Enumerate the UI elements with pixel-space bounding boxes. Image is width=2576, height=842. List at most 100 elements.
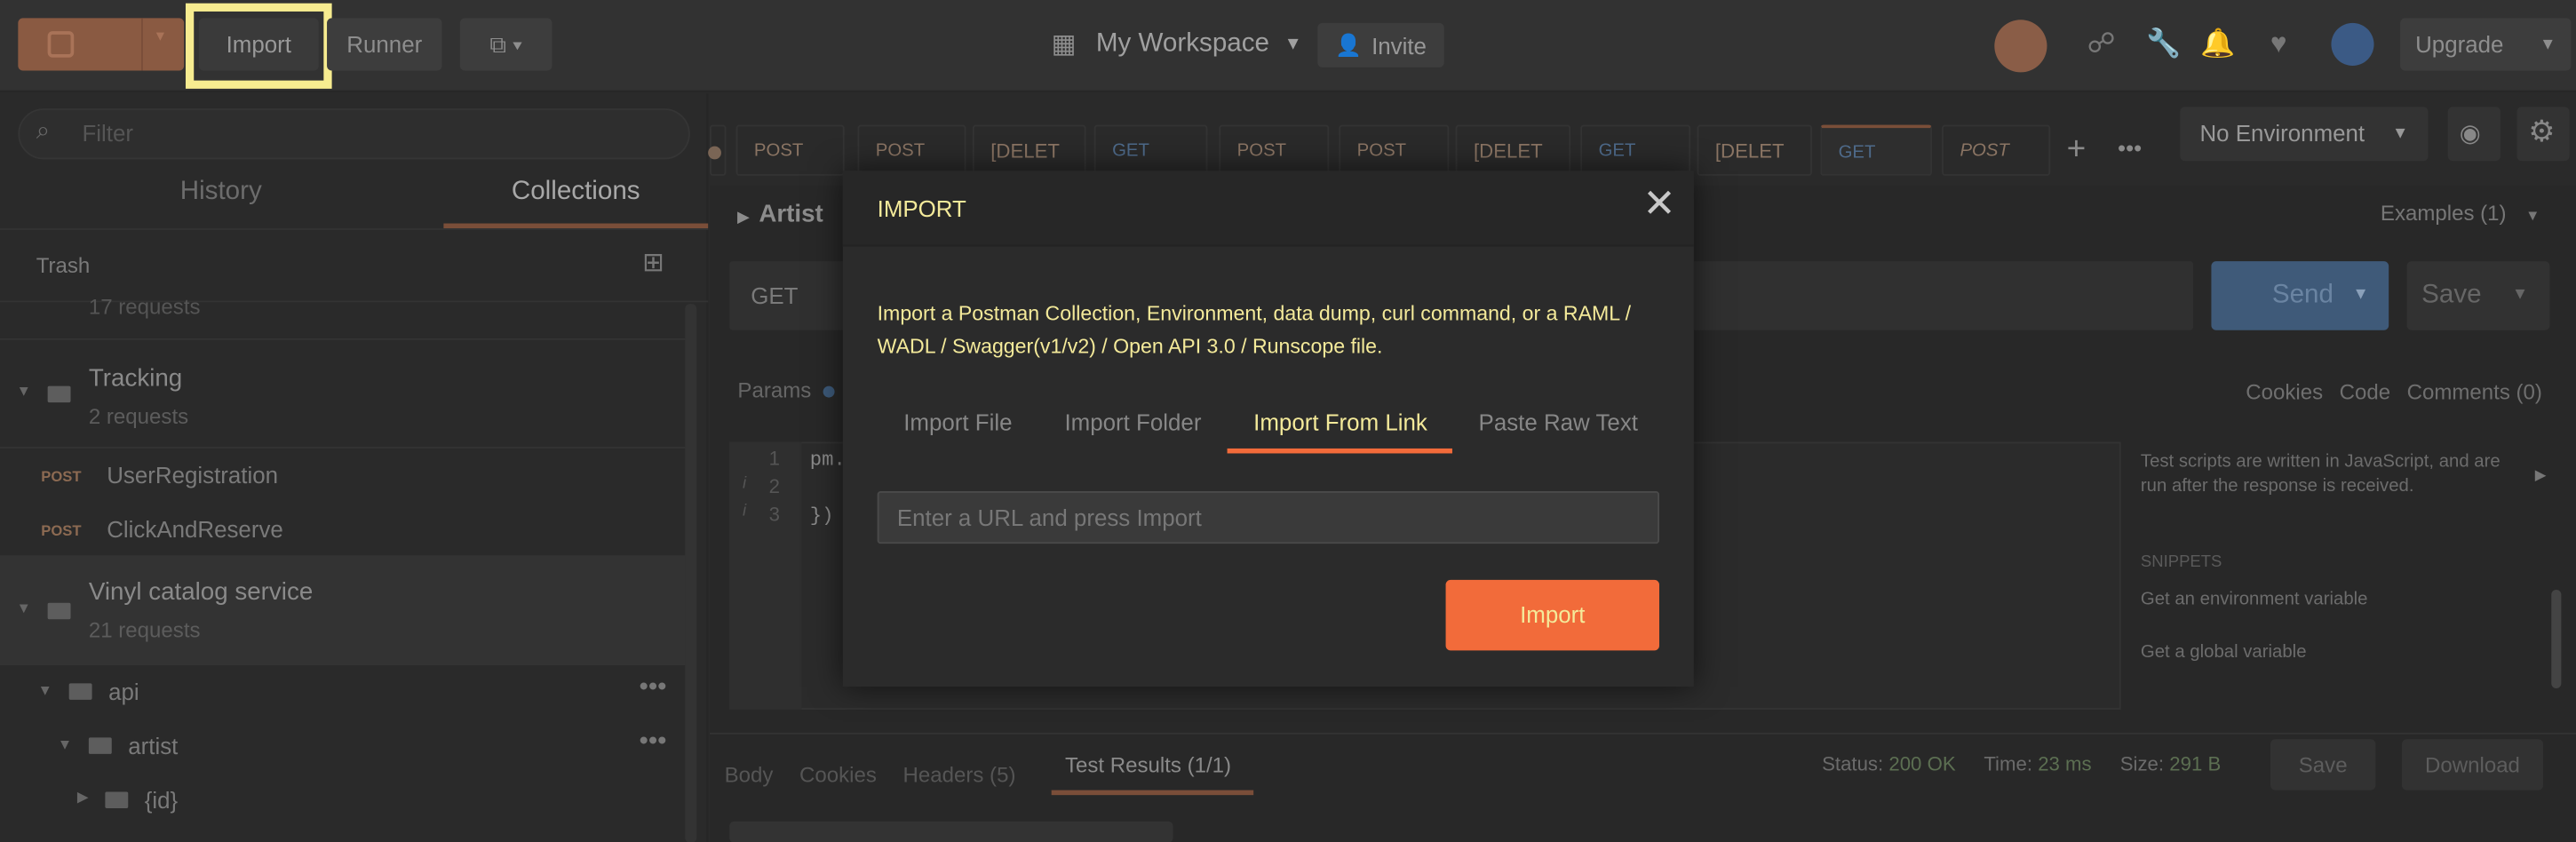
folder-name: api <box>108 678 139 705</box>
save-button[interactable]: Save ▼ <box>2406 261 2550 330</box>
more-icon[interactable]: ••• <box>2118 135 2142 162</box>
chevron-right-icon[interactable]: ▶ <box>2535 466 2547 484</box>
sidebar-scrollbar[interactable] <box>685 304 697 842</box>
more-icon[interactable]: ••• <box>639 673 666 703</box>
cookies-link[interactable]: Cookies <box>2246 379 2323 404</box>
code-link[interactable]: Code <box>2340 379 2390 404</box>
download-button[interactable]: Download <box>2401 739 2544 790</box>
request-tab[interactable]: POST <box>857 124 966 176</box>
send-button[interactable]: Send ▼ <box>2211 261 2389 330</box>
upgrade-button[interactable]: Upgrade ▼ <box>2400 18 2572 71</box>
filter-input[interactable]: Filter <box>18 108 690 160</box>
time-value: 23 ms <box>2038 752 2092 775</box>
info-icon: i <box>742 502 747 521</box>
params-dot <box>823 385 836 398</box>
modal-description: Import a Postman Collection, Environment… <box>877 302 1632 359</box>
chevron-down-icon: ▼ <box>1284 34 1302 55</box>
request-title[interactable]: ▶ Artist <box>737 201 823 228</box>
params-label: Params <box>737 377 812 403</box>
divider <box>0 447 690 449</box>
save-response-button[interactable]: Save <box>2270 739 2376 790</box>
folder-icon <box>47 385 71 403</box>
test-results-filter[interactable] <box>729 821 1173 842</box>
comments-link[interactable]: Comments (0) <box>2407 379 2542 404</box>
request-tab[interactable]: POST <box>1942 124 2051 176</box>
request-tab[interactable]: POST <box>735 124 845 176</box>
collection-count: 2 requests <box>88 403 189 429</box>
tab-import-from-link[interactable]: Import From Link <box>1253 409 1427 436</box>
request-tab[interactable]: POST <box>1339 124 1450 176</box>
tab-headers[interactable]: Headers (5) <box>903 761 1016 786</box>
folder-row[interactable]: ▼ api ••• <box>0 673 690 710</box>
tab-partial[interactable] <box>708 124 727 176</box>
new-collection-icon[interactable]: ⊞ <box>642 246 664 279</box>
collection-vinyl[interactable]: ▼ Vinyl catalog service 21 requests <box>0 555 690 666</box>
response-status: Status: 200 OK Time: 23 ms Size: 291 B <box>1822 752 2221 775</box>
url-input[interactable]: Enter a URL and press Import <box>877 491 1659 544</box>
tab-cookies[interactable]: Cookies <box>799 761 877 786</box>
avatar[interactable] <box>1994 20 2047 73</box>
info-icon: i <box>742 474 747 493</box>
tab-collections[interactable]: Collections <box>443 178 709 229</box>
add-tab-icon[interactable]: + <box>2067 131 2087 170</box>
user-badge-icon[interactable] <box>2331 22 2374 66</box>
tab-history[interactable]: History <box>0 178 442 226</box>
folder-icon <box>105 791 129 808</box>
list-item[interactable]: POST ClickAndReserve <box>0 512 690 549</box>
request-tab-active[interactable]: GET <box>1820 124 1933 176</box>
snippets-heading: SNIPPETS <box>2140 553 2222 572</box>
new-button[interactable]: ▾ <box>18 18 185 71</box>
new-window-button[interactable]: ⧉ ▾ <box>459 18 553 71</box>
snippet-link[interactable]: Get a global variable <box>2141 640 2535 665</box>
chevron-down-icon: ▼ <box>2540 35 2556 54</box>
invite-button[interactable]: 👤 Invite <box>1317 22 1444 68</box>
tab-import-file[interactable]: Import File <box>903 409 1012 436</box>
wrench-icon[interactable]: 🔧 <box>2145 27 2182 63</box>
folder-name: {id} <box>144 786 179 814</box>
request-tab[interactable]: POST <box>1219 124 1330 176</box>
tab-body[interactable]: Body <box>725 761 774 786</box>
request-tab[interactable]: GET <box>1093 124 1208 176</box>
bell-icon[interactable]: 🔔 <box>2199 27 2236 63</box>
line-number: 2 <box>768 474 780 498</box>
examples-label: Examples (1) <box>2380 200 2507 226</box>
runner-button[interactable]: Runner <box>327 18 442 71</box>
more-icon[interactable]: ••• <box>639 727 666 757</box>
time-label: Time: <box>1984 752 2033 775</box>
request-tab[interactable]: GET <box>1580 124 1691 176</box>
sync-icon[interactable]: ☍ <box>2083 27 2119 63</box>
request-tab[interactable]: [DELET <box>972 124 1086 176</box>
heart-icon[interactable]: ♥ <box>2261 27 2297 63</box>
chevron-down-icon[interactable]: ▾ <box>156 28 164 45</box>
tab-import-folder[interactable]: Import Folder <box>1064 409 1201 436</box>
search-icon: ⌕ <box>36 116 51 145</box>
add-user-icon: 👤 <box>1335 32 1362 57</box>
folder-row[interactable]: ▼ artist ••• <box>0 727 690 764</box>
tab-test-results[interactable]: Test Results (1/1) <box>1052 752 1254 796</box>
close-icon[interactable]: ✕ <box>1642 185 1678 224</box>
collection-tracking[interactable]: ▼ Tracking 2 requests <box>0 352 690 447</box>
snippets-scrollbar[interactable] <box>2551 589 2562 688</box>
request-tab[interactable]: [DELET <box>1697 124 1812 176</box>
workspace-selector[interactable]: ▦ My Workspace ▼ <box>1052 28 1302 60</box>
examples-dropdown[interactable]: Examples (1) ▼ <box>2381 201 2540 226</box>
chevron-right-icon: ▶ <box>76 788 89 806</box>
list-item[interactable]: POST UserRegistration <box>0 458 690 495</box>
environment-select[interactable]: No Environment ▼ <box>2180 107 2429 162</box>
chevron-down-icon: ▼ <box>16 382 31 400</box>
snippet-link[interactable]: Get an environment variable <box>2141 588 2535 613</box>
settings-button[interactable]: ⚙ <box>2516 107 2570 162</box>
trash-row[interactable]: Trash ⊞ <box>0 230 709 303</box>
chevron-down-icon: ▼ <box>2392 124 2409 143</box>
request-tab[interactable]: [DELET <box>1455 124 1571 176</box>
import-submit-button[interactable]: Import <box>1445 579 1659 651</box>
invite-label: Invite <box>1371 32 1427 59</box>
new-icon <box>47 31 75 58</box>
tab-params[interactable]: Params <box>737 377 836 403</box>
tab-paste-raw-text[interactable]: Paste Raw Text <box>1479 409 1638 436</box>
environment-quick-look-button[interactable]: ◉ <box>2447 107 2500 162</box>
trash-label: Trash <box>36 252 91 278</box>
folder-row[interactable]: ▶ {id} <box>0 782 690 818</box>
import-highlight-box <box>185 3 332 89</box>
